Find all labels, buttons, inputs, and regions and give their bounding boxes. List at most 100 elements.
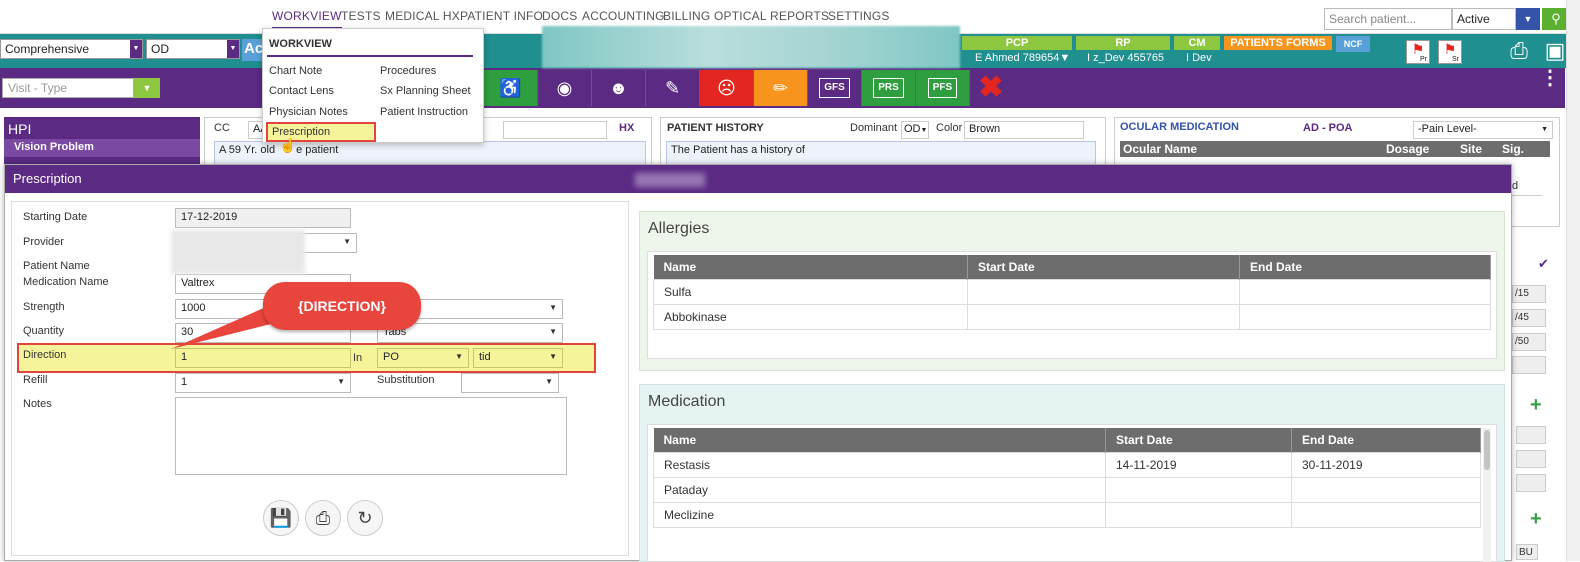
ncf-button[interactable]: NCF bbox=[1336, 36, 1370, 52]
eye-select[interactable]: OD ▼ bbox=[146, 39, 240, 59]
allergies-table: Name Start Date End Date Sulfa Abbokinas… bbox=[653, 255, 1491, 330]
refill-select[interactable]: 1 ▼ bbox=[175, 373, 351, 393]
color-input[interactable]: Brown bbox=[964, 121, 1084, 139]
substitution-select[interactable]: ▼ bbox=[461, 373, 559, 393]
right-resize-box[interactable] bbox=[1512, 356, 1546, 374]
menu-procedures[interactable]: Procedures bbox=[380, 65, 436, 77]
prs-button[interactable]: PRS bbox=[862, 70, 916, 106]
close-icon[interactable]: ✖ bbox=[964, 70, 1018, 106]
menu-chart-note[interactable]: Chart Note bbox=[269, 65, 322, 77]
nav-optical[interactable]: OPTICAL bbox=[714, 9, 767, 23]
allergy-end bbox=[1239, 278, 1491, 305]
flag-pr-button[interactable]: ⚑ Pr bbox=[1406, 40, 1430, 64]
nav-billing[interactable]: BILLING bbox=[663, 9, 710, 23]
right-val-bu[interactable]: BU bbox=[1516, 544, 1538, 560]
patient-walk-icon[interactable]: ♿ bbox=[484, 70, 538, 106]
add-icon[interactable]: + bbox=[1530, 394, 1542, 417]
exam-type-select[interactable]: Comprehensive ▼ bbox=[0, 39, 143, 59]
nav-medical-hx[interactable]: MEDICAL HX bbox=[385, 9, 460, 23]
hpi-title: HPI bbox=[8, 121, 32, 137]
medication-title: Medication bbox=[648, 393, 726, 410]
right-val-45[interactable]: /45 bbox=[1512, 309, 1546, 327]
nav-reports[interactable]: REPORTS bbox=[770, 9, 829, 23]
ocular-col-site: Site bbox=[1460, 142, 1483, 156]
visit-type-select[interactable]: Visit - Type bbox=[2, 78, 134, 98]
provider-patient-redacted bbox=[171, 230, 305, 274]
medication-col-end: End Date bbox=[1291, 428, 1481, 452]
group-icon[interactable]: ◉ bbox=[538, 70, 592, 106]
chevron-down-icon[interactable]: ▼ bbox=[134, 78, 160, 98]
right-box[interactable] bbox=[1516, 474, 1546, 492]
menu-physician-notes[interactable]: Physician Notes bbox=[269, 106, 348, 118]
direction-label: Direction bbox=[23, 349, 67, 361]
nav-settings[interactable]: SETTINGS bbox=[828, 9, 890, 23]
starting-date-label: Starting Date bbox=[23, 211, 88, 223]
right-box[interactable] bbox=[1516, 426, 1546, 444]
nav-workview[interactable]: WORKVIEW bbox=[272, 9, 342, 29]
face-icon[interactable]: ☹ bbox=[700, 70, 754, 106]
cc-extra-input[interactable] bbox=[503, 121, 607, 139]
check-circle-icon[interactable]: ✔ bbox=[1538, 256, 1549, 272]
pain-level-select[interactable]: -Pain Level- ▼ bbox=[1413, 121, 1553, 139]
right-box[interactable] bbox=[1516, 450, 1546, 468]
history-textarea[interactable]: The Patient has a history of bbox=[666, 141, 1096, 165]
nav-patient-info[interactable]: PATIENT INFO bbox=[460, 9, 543, 23]
allergy-name: Sulfa bbox=[653, 278, 968, 305]
pen-icon[interactable]: ✏ bbox=[754, 70, 808, 106]
medication-scrollbar[interactable] bbox=[1483, 428, 1491, 562]
right-val-15[interactable]: /15 bbox=[1512, 285, 1546, 303]
table-row[interactable]: Pataday bbox=[653, 476, 1481, 503]
reading-icon[interactable]: ✎ bbox=[646, 70, 700, 106]
cc-label: CC bbox=[214, 122, 230, 134]
menu-sx-planning-sheet[interactable]: Sx Planning Sheet bbox=[380, 85, 471, 97]
notes-textarea[interactable] bbox=[175, 397, 567, 475]
starting-date-input[interactable]: 17-12-2019 bbox=[175, 208, 351, 228]
table-row[interactable]: Abbokinase bbox=[653, 303, 1491, 330]
flag-sr-label: Sr bbox=[1452, 56, 1459, 63]
notes-label: Notes bbox=[23, 398, 52, 410]
chevron-down-icon[interactable]: ▼ bbox=[1516, 8, 1540, 30]
patient-search-input[interactable]: Search patient... bbox=[1324, 8, 1452, 30]
frequency-select[interactable]: tid ▼ bbox=[473, 348, 563, 368]
right-val-50[interactable]: /50 bbox=[1512, 333, 1546, 351]
patients-forms-button[interactable]: PATIENTS FORMS bbox=[1224, 36, 1332, 50]
save-icon[interactable]: 💾 bbox=[263, 500, 299, 536]
menu-divider bbox=[267, 55, 473, 57]
table-row[interactable]: Sulfa bbox=[653, 278, 1491, 305]
nav-accounting[interactable]: ACCOUNTING bbox=[582, 9, 665, 23]
chevron-down-icon: ▼ bbox=[455, 352, 463, 361]
table-row[interactable]: Restasis 14-11-2019 30-11-2019 bbox=[653, 451, 1481, 478]
dominant-select[interactable]: OD▼ bbox=[901, 121, 929, 139]
pcp-value[interactable]: E Ahmed 789654▼ bbox=[975, 52, 1070, 64]
scroll-thumb[interactable] bbox=[1484, 430, 1490, 470]
chevron-down-icon: ▼ bbox=[227, 40, 239, 58]
allergies-col-name: Name bbox=[653, 255, 968, 279]
rp-value: I z_Dev 455765 bbox=[1087, 52, 1165, 64]
table-row[interactable]: Meclizine bbox=[653, 501, 1481, 528]
prs-label: PRS bbox=[873, 78, 904, 99]
hpi-vision-problem[interactable]: Vision Problem bbox=[4, 139, 200, 157]
allergies-col-start: Start Date bbox=[967, 255, 1240, 279]
medication-end: 30-11-2019 bbox=[1291, 451, 1481, 478]
print-icon[interactable]: ⎙ bbox=[305, 500, 341, 536]
cm-header: CM bbox=[1174, 36, 1220, 50]
nav-docs[interactable]: DOCS bbox=[542, 9, 577, 23]
page-scrollbar[interactable] bbox=[1566, 0, 1580, 561]
pfs-button[interactable]: PFS bbox=[916, 70, 970, 106]
status-select[interactable]: Active bbox=[1452, 8, 1516, 30]
eye-value: OD bbox=[151, 42, 169, 56]
printer-icon[interactable]: ⎙ bbox=[1504, 38, 1534, 66]
refresh-icon[interactable]: ↻ bbox=[347, 500, 383, 536]
consult-icon[interactable]: ☻ bbox=[592, 70, 646, 106]
monitor-icon[interactable]: ▣ bbox=[1544, 38, 1566, 66]
add-icon[interactable]: + bbox=[1530, 508, 1542, 531]
menu-contact-lens[interactable]: Contact Lens bbox=[269, 85, 334, 97]
route-select[interactable]: PO ▼ bbox=[377, 348, 469, 368]
callout-pointer bbox=[171, 303, 275, 349]
nav-tests[interactable]: TESTS bbox=[341, 9, 381, 23]
flag-sr-button[interactable]: ⚑ Sr bbox=[1438, 40, 1462, 64]
gfs-button[interactable]: GFS bbox=[808, 70, 862, 106]
color-label: Color bbox=[936, 122, 963, 134]
menu-patient-instruction[interactable]: Patient Instruction bbox=[380, 106, 468, 118]
more-options-icon[interactable]: ⋮ bbox=[1540, 68, 1560, 88]
